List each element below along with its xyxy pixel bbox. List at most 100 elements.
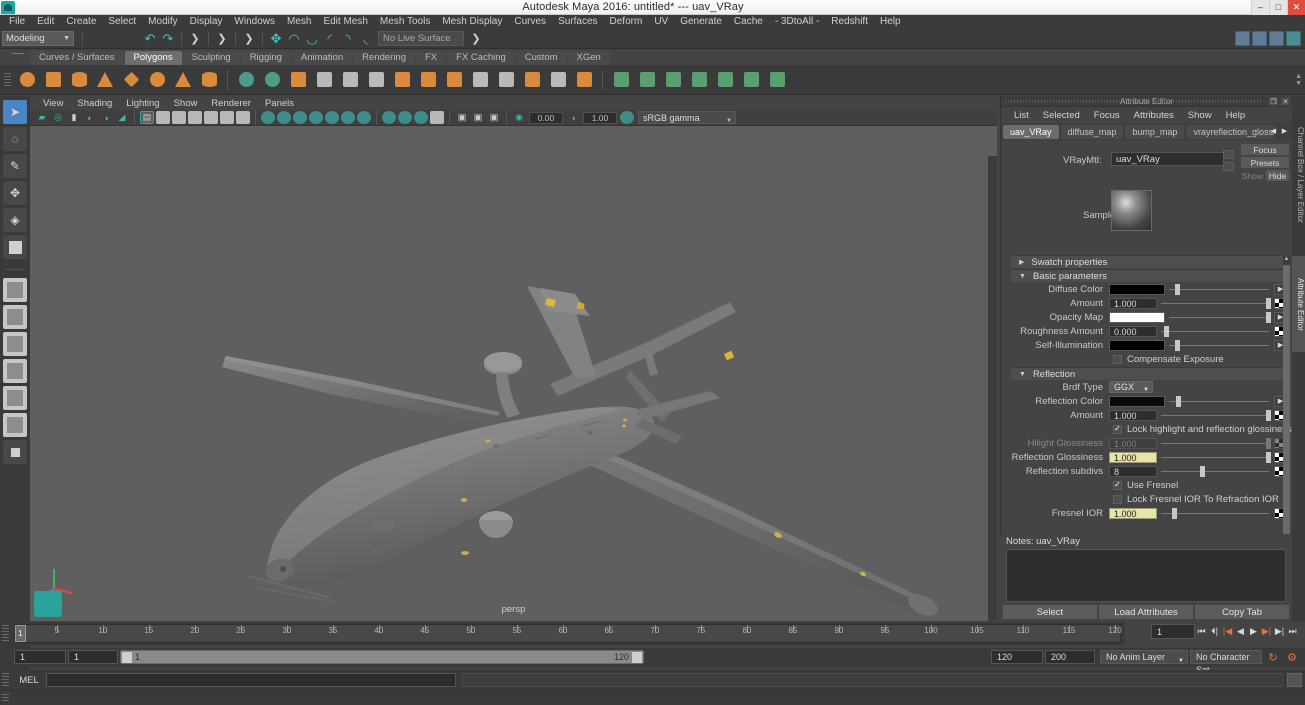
attribute-slider[interactable]: [1169, 395, 1269, 407]
menu-item-redshift[interactable]: Redshift: [825, 15, 874, 29]
menu-set-selector[interactable]: Modeling ▼: [2, 31, 74, 46]
menu-item-modify[interactable]: Modify: [142, 15, 183, 29]
slider-thumb[interactable]: [1175, 339, 1180, 351]
animation-start-field[interactable]: 1: [14, 650, 66, 664]
shaded-wireframe-icon[interactable]: [172, 111, 186, 124]
checkbox-icon[interactable]: ✓: [1113, 424, 1122, 434]
close-button[interactable]: ✕: [1287, 0, 1305, 15]
menu-item-3dtoall[interactable]: - 3DtoAll -: [769, 15, 825, 29]
node-input-connection-icon[interactable]: [1223, 150, 1234, 159]
ae-tab-bump-map[interactable]: bump_map: [1125, 124, 1185, 139]
maximize-button[interactable]: □: [1269, 0, 1287, 15]
poly-extrude-icon[interactable]: [339, 69, 361, 91]
shelf-row-grip-icon[interactable]: [4, 73, 11, 87]
live-surface-field[interactable]: No Live Surface: [378, 31, 464, 46]
shelf-tab-custom[interactable]: Custom: [515, 51, 567, 65]
poly-cube-icon[interactable]: [42, 69, 64, 91]
step-forward-keyframe-icon[interactable]: ▶|: [1273, 624, 1286, 639]
poly-bevel-icon[interactable]: [365, 69, 387, 91]
save-scene-icon[interactable]: [124, 31, 140, 47]
scale-tool[interactable]: [3, 235, 27, 259]
viewport-menu-panels[interactable]: Panels: [258, 98, 301, 109]
menu-item-edit[interactable]: Edit: [31, 15, 60, 29]
brdf-type-selector[interactable]: GGX ▼: [1109, 381, 1153, 393]
ae-tab-uav-vray[interactable]: uav_VRay: [1003, 124, 1059, 139]
animation-end-field[interactable]: 200: [1045, 650, 1095, 664]
color-space-selector[interactable]: sRGB gamma ▼: [638, 111, 736, 124]
poly-wedge-icon[interactable]: [443, 69, 465, 91]
range-end-field[interactable]: 120: [991, 650, 1043, 664]
poly-crease-icon[interactable]: [495, 69, 517, 91]
snap-to-view-plane-icon[interactable]: ◝: [340, 31, 356, 47]
multisample-icon[interactable]: [325, 111, 339, 124]
undo-icon[interactable]: ↶: [142, 31, 158, 47]
depth-of-field-icon[interactable]: [357, 111, 371, 124]
presets-button[interactable]: Presets: [1241, 157, 1289, 168]
auto-keyframe-icon[interactable]: ↻: [1266, 650, 1280, 664]
menu-item-cache[interactable]: Cache: [728, 15, 769, 29]
isolate-select-add-icon[interactable]: ▣: [471, 111, 485, 124]
poly-prism-icon[interactable]: [198, 69, 220, 91]
smooth-shade-all-icon[interactable]: [156, 111, 170, 124]
slider-thumb[interactable]: [1265, 437, 1271, 449]
time-slider[interactable]: 1 5 10 15 20 25 30 35 40 45 50 55 60 65 70 75 80 85 90 95 1…: [0, 622, 1125, 645]
poly-sphere-icon[interactable]: [16, 69, 38, 91]
checkbox-use-fresnel[interactable]: ✓ Use Fresnel: [1001, 478, 1293, 492]
close-panel-icon[interactable]: ✕: [1281, 97, 1290, 106]
slider-thumb[interactable]: [1199, 465, 1205, 477]
scrollbar-thumb[interactable]: [1283, 265, 1290, 555]
color-swatch[interactable]: [1109, 395, 1165, 407]
ae-tab-vrayreflection-glossiness[interactable]: vrayreflection_glossiness_: [1186, 124, 1275, 139]
attribute-value-field[interactable]: 1.000: [1109, 507, 1157, 519]
slider-thumb[interactable]: [1265, 409, 1271, 421]
attribute-slider[interactable]: [1161, 451, 1271, 463]
range-left-handle[interactable]: [122, 652, 132, 663]
wireframe-icon[interactable]: ▤: [140, 111, 154, 124]
move-tool[interactable]: ✥: [3, 181, 27, 205]
bookmark-icon[interactable]: ▮: [67, 111, 81, 124]
uv-planar-icon[interactable]: [610, 69, 632, 91]
blank-layout[interactable]: [3, 440, 27, 464]
poly-cone-icon[interactable]: [94, 69, 116, 91]
gate-mask-icon[interactable]: [430, 111, 444, 124]
two-pane-stacked-layout[interactable]: [3, 332, 27, 356]
shelf-tab-fx-caching[interactable]: FX Caching: [447, 51, 515, 65]
persp-graph-layout[interactable]: [3, 386, 27, 410]
poly-triangulate-icon[interactable]: [547, 69, 569, 91]
poly-bridge-icon[interactable]: [391, 69, 413, 91]
ae-menu-focus[interactable]: Focus: [1087, 110, 1127, 121]
single-pane-layout[interactable]: [3, 278, 27, 302]
poly-append-icon[interactable]: [417, 69, 439, 91]
hide-button[interactable]: Hide: [1266, 170, 1289, 181]
select-by-component-icon[interactable]: ❯: [241, 31, 257, 47]
copy-tab-button[interactable]: Copy Tab: [1195, 605, 1289, 619]
shadow-icon[interactable]: [293, 111, 307, 124]
attribute-slider[interactable]: [1161, 325, 1269, 337]
play-backwards-icon[interactable]: ◀: [1234, 624, 1247, 639]
viewport-scrollbar[interactable]: [988, 156, 997, 621]
shelf-tab-polygons[interactable]: Polygons: [124, 51, 182, 65]
ae-menu-list[interactable]: List: [1007, 110, 1036, 121]
menu-item-generate[interactable]: Generate: [674, 15, 728, 29]
poly-separate-icon[interactable]: [261, 69, 283, 91]
poly-boolean-icon[interactable]: [469, 69, 491, 91]
viewport-menu-renderer[interactable]: Renderer: [204, 98, 258, 109]
viewport-menu-show[interactable]: Show: [167, 98, 205, 109]
undock-panel-icon[interactable]: ❐: [1269, 97, 1278, 106]
uv-spherical-icon[interactable]: [662, 69, 684, 91]
shelf-tab-sculpting[interactable]: Sculpting: [182, 51, 240, 65]
step-forward-frame-icon[interactable]: ▶|: [1260, 624, 1273, 639]
tab-next-icon[interactable]: ▶: [1279, 125, 1290, 137]
motion-blur-icon[interactable]: [309, 111, 323, 124]
snap-to-curve-icon[interactable]: ◠: [286, 31, 302, 47]
command-language-label[interactable]: MEL: [12, 675, 46, 686]
expand-status-icon[interactable]: ❯: [468, 31, 484, 47]
slider-thumb[interactable]: [1171, 507, 1177, 519]
menu-item-file[interactable]: File: [3, 15, 31, 29]
poly-reduce-icon[interactable]: [521, 69, 543, 91]
menu-item-surfaces[interactable]: Surfaces: [552, 15, 603, 29]
focus-button[interactable]: Focus: [1241, 144, 1289, 155]
node-name-field[interactable]: uav_VRay: [1111, 152, 1224, 166]
load-attributes-button[interactable]: Load Attributes: [1099, 605, 1193, 619]
shelf-tab-fx[interactable]: FX: [416, 51, 447, 65]
